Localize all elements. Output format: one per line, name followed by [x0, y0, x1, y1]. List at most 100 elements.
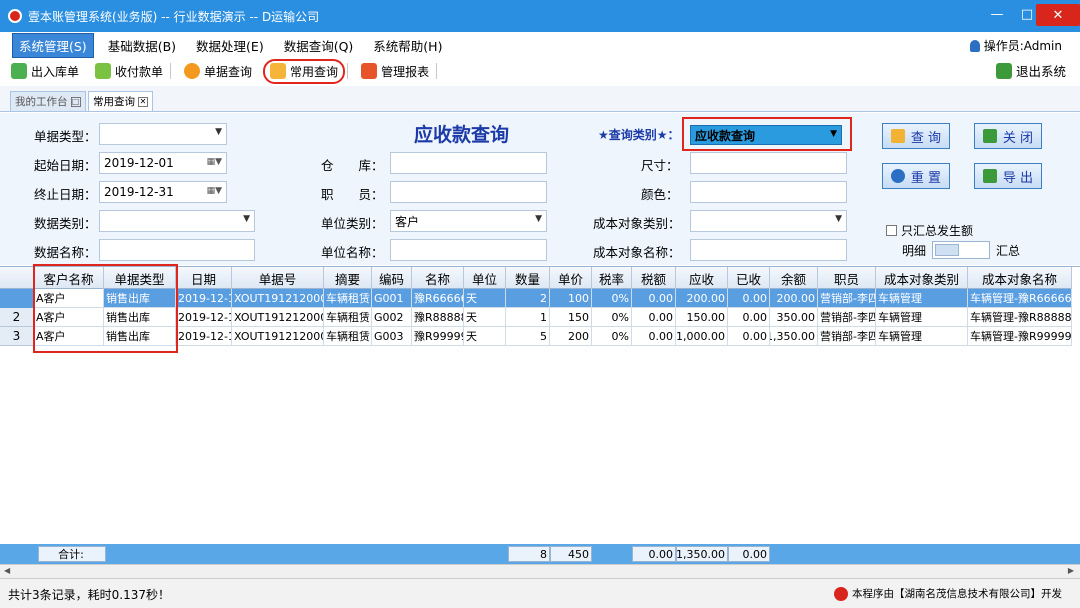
column-header[interactable]: 成本对象类别 [876, 267, 968, 289]
doc-type-select[interactable]: ▼ [99, 123, 227, 145]
menu-basic-data[interactable]: 基础数据(B) [102, 34, 182, 57]
table-cell[interactable]: 天 [464, 327, 506, 346]
column-header[interactable]: 税率 [592, 267, 632, 289]
table-cell[interactable]: 0.00 [728, 308, 770, 327]
tab-workbench[interactable]: 我的工作台 □ [10, 91, 86, 111]
detail-summary-toggle[interactable] [932, 241, 991, 259]
table-cell[interactable]: 车辆租赁 [324, 289, 372, 308]
table-cell[interactable]: XOUT1912120001 [232, 327, 324, 346]
cost-name-input[interactable] [690, 239, 847, 261]
column-header[interactable]: 已收 [728, 267, 770, 289]
minimize-button[interactable]: — [982, 0, 1012, 28]
table-cell[interactable]: 车辆租赁 [324, 308, 372, 327]
column-header[interactable]: 数量 [506, 267, 550, 289]
table-cell[interactable]: 150 [550, 308, 592, 327]
table-cell[interactable]: 销售出库 [104, 327, 176, 346]
column-header[interactable]: 日期 [176, 267, 232, 289]
table-cell[interactable]: 2 [506, 289, 550, 308]
table-cell[interactable]: G003 [372, 327, 412, 346]
restore-icon[interactable]: □ [70, 96, 81, 107]
table-cell[interactable]: 营销部-李四 [818, 327, 876, 346]
column-header[interactable]: 单价 [550, 267, 592, 289]
table-cell[interactable]: 车辆管理-豫R88888 [968, 308, 1072, 327]
color-input[interactable] [690, 181, 847, 203]
column-header[interactable]: 客户名称 [34, 267, 104, 289]
column-header[interactable]: 单据类型 [104, 267, 176, 289]
table-cell[interactable]: 天 [464, 308, 506, 327]
table-cell[interactable]: 0% [592, 327, 632, 346]
table-cell[interactable]: 1 [506, 308, 550, 327]
table-cell[interactable]: 豫R88888 [412, 308, 464, 327]
table-cell[interactable]: 0.00 [632, 327, 676, 346]
table-cell[interactable]: 0.00 [632, 308, 676, 327]
toolbar-inout-button[interactable]: 出入库单 [6, 61, 84, 82]
checkbox-box[interactable] [886, 225, 897, 236]
toolbar-report-button[interactable]: 管理报表 [356, 61, 434, 82]
table-cell[interactable]: A客户 [34, 289, 104, 308]
close-button[interactable]: 关 闭 [974, 123, 1042, 149]
toggle-knob[interactable] [935, 244, 960, 256]
query-button[interactable]: 查 询 [882, 123, 950, 149]
table-cell[interactable]: 2019-12-12 [176, 289, 232, 308]
table-cell[interactable]: 豫R66666 [412, 289, 464, 308]
table-cell[interactable]: 200 [550, 327, 592, 346]
column-header[interactable]: 余额 [770, 267, 818, 289]
column-header[interactable]: 职员 [818, 267, 876, 289]
close-window-button[interactable]: ✕ [1036, 4, 1080, 26]
table-cell[interactable]: 车辆管理-豫R99999 [968, 327, 1072, 346]
size-input[interactable] [690, 152, 847, 174]
table-cell[interactable]: 200.00 [770, 289, 818, 308]
table-cell[interactable]: 0% [592, 289, 632, 308]
table-cell[interactable]: 200.00 [676, 289, 728, 308]
reset-button[interactable]: 重 置 [882, 163, 950, 189]
table-cell[interactable]: 0.00 [728, 289, 770, 308]
table-cell[interactable]: A客户 [34, 308, 104, 327]
table-cell[interactable]: 车辆管理-豫R66666 [968, 289, 1072, 308]
only-summary-checkbox[interactable]: 只汇总发生额 [886, 222, 973, 239]
table-row[interactable]: A客户销售出库2019-12-12XOUT1912120001车辆租赁G003豫… [0, 327, 1072, 346]
table-cell[interactable]: 2019-12-12 [176, 308, 232, 327]
warehouse-input[interactable] [390, 152, 547, 174]
unit-type-select[interactable]: 客户 ▼ [390, 210, 547, 232]
scroll-left-icon[interactable]: ◀ [4, 566, 10, 575]
scroll-right-icon[interactable]: ▶ [1068, 566, 1074, 575]
table-cell[interactable]: 350.00 [770, 308, 818, 327]
table-cell[interactable]: G001 [372, 289, 412, 308]
table-cell[interactable]: 车辆管理 [876, 308, 968, 327]
tab-common-query[interactable]: 常用查询 ✕ [88, 91, 153, 111]
query-type-select[interactable]: 应收款查询 ▼ [690, 125, 842, 145]
menu-data-processing[interactable]: 数据处理(E) [190, 34, 270, 57]
toolbar-payment-button[interactable]: 收付款单 [90, 61, 168, 82]
calendar-icon[interactable]: ▦▼ [207, 157, 222, 167]
table-cell[interactable]: G002 [372, 308, 412, 327]
horizontal-scrollbar[interactable]: ◀ ▶ [0, 564, 1080, 578]
menu-data-query[interactable]: 数据查询(Q) [278, 34, 360, 57]
table-cell[interactable]: 2019-12-12 [176, 327, 232, 346]
column-header[interactable]: 成本对象名称 [968, 267, 1072, 289]
column-header[interactable]: 单位 [464, 267, 506, 289]
toolbar-doc-query-button[interactable]: 单据查询 [179, 61, 257, 82]
table-cell[interactable]: 0.00 [632, 289, 676, 308]
table-cell[interactable]: 100 [550, 289, 592, 308]
data-name-input[interactable] [99, 239, 255, 261]
table-cell[interactable]: 1,000.00 [676, 327, 728, 346]
column-header[interactable]: 名称 [412, 267, 464, 289]
close-tab-icon[interactable]: ✕ [138, 96, 148, 107]
start-date-input[interactable]: 2019-12-01 ▦▼ [99, 152, 227, 174]
data-category-select[interactable]: ▼ [99, 210, 255, 232]
table-cell[interactable]: 车辆管理 [876, 327, 968, 346]
end-date-input[interactable]: 2019-12-31 ▦▼ [99, 181, 227, 203]
table-cell[interactable]: XOUT1912120001 [232, 289, 324, 308]
table-cell[interactable]: 5 [506, 327, 550, 346]
menu-system[interactable]: 系统管理(S) [12, 32, 94, 58]
cost-type-select[interactable]: ▼ [690, 210, 847, 232]
column-header[interactable]: 应收 [676, 267, 728, 289]
table-cell[interactable]: 1,350.00 [770, 327, 818, 346]
column-header[interactable]: 摘要 [324, 267, 372, 289]
column-header[interactable]: 税额 [632, 267, 676, 289]
table-row[interactable]: A客户销售出库2019-12-12XOUT1912120001车辆租赁G002豫… [0, 308, 1072, 327]
table-cell[interactable]: 营销部-李四 [818, 289, 876, 308]
table-cell[interactable]: 销售出库 [104, 289, 176, 308]
calendar-icon[interactable]: ▦▼ [207, 186, 222, 196]
unit-name-input[interactable] [390, 239, 547, 261]
